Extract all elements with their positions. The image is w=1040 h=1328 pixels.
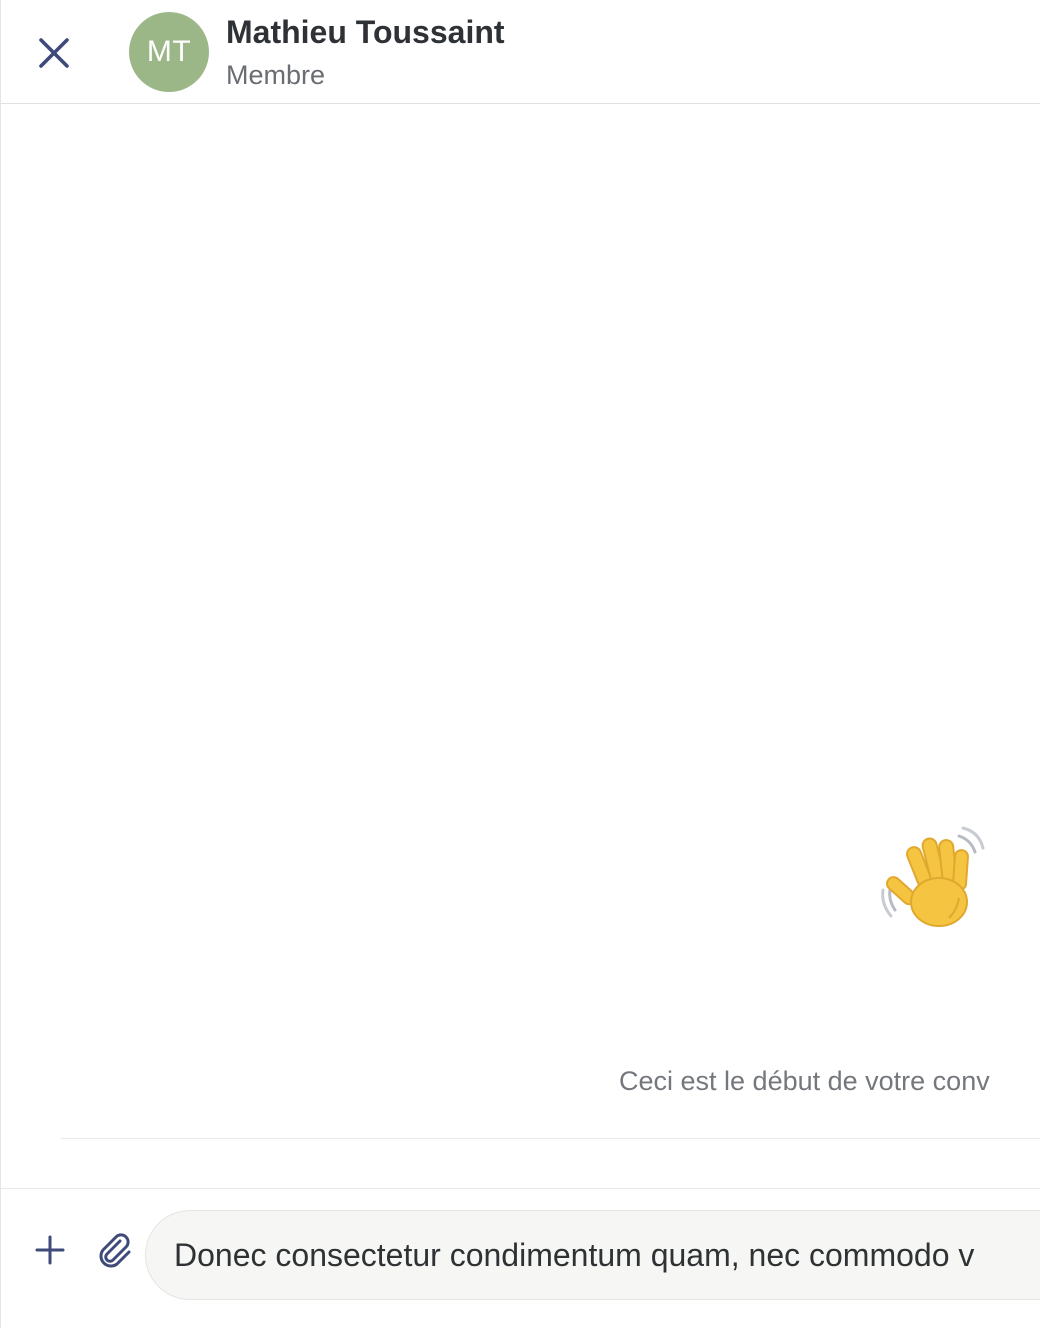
message-input[interactable]: Donec consectetur condimentum quam, nec … [145, 1210, 1040, 1300]
chat-panel: MT Mathieu Toussaint Membre Ceci est le … [0, 0, 1040, 1328]
message-composer: Donec consectetur condimentum quam, nec … [1, 1188, 1040, 1328]
conversation-start-text: Ceci est le début de votre conv [619, 1066, 990, 1096]
message-input-value: Donec consectetur condimentum quam, nec … [174, 1236, 975, 1273]
divider [61, 1138, 1040, 1139]
paperclip-icon [99, 1233, 131, 1268]
waving-hand-icon [881, 826, 985, 927]
contact-role: Membre [226, 60, 326, 90]
avatar: MT [129, 12, 209, 92]
add-button[interactable] [29, 1229, 71, 1271]
attach-button[interactable] [93, 1229, 137, 1273]
chat-header: MT Mathieu Toussaint Membre [1, 0, 1040, 104]
plus-icon [35, 1235, 65, 1265]
conversation-area: Ceci est le début de votre conv [1, 104, 1040, 1188]
contact-name: Mathieu Toussaint [226, 14, 505, 50]
close-button[interactable] [31, 30, 77, 76]
close-icon [39, 38, 69, 68]
avatar-initials: MT [146, 35, 192, 68]
